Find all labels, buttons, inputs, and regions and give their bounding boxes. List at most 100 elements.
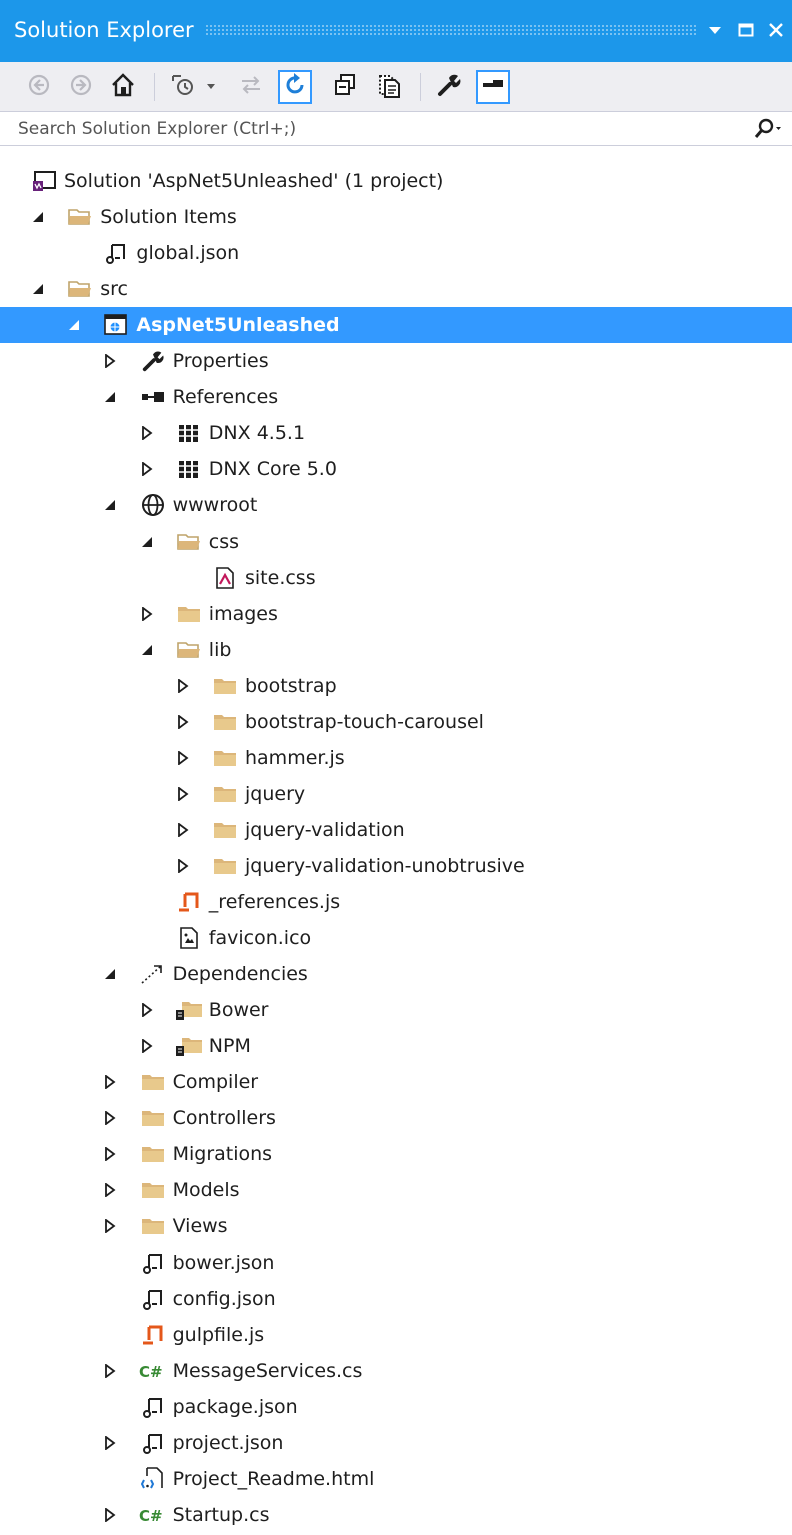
collapsed-arrow-icon[interactable] <box>137 992 157 1028</box>
folder-open-icon <box>173 637 205 663</box>
expanded-arrow-icon[interactable] <box>100 379 120 415</box>
tree-item[interactable]: Bower <box>0 992 792 1028</box>
library-icon <box>173 420 205 446</box>
tree-item[interactable]: global.json <box>0 235 792 271</box>
collapsed-arrow-icon[interactable] <box>173 848 193 884</box>
folder-open-icon <box>64 204 96 230</box>
search-icon[interactable] <box>752 117 782 141</box>
toolbar <box>0 62 792 112</box>
collapsed-arrow-icon[interactable] <box>137 451 157 487</box>
expanded-arrow-icon[interactable] <box>64 307 84 343</box>
back-button[interactable] <box>22 70 56 104</box>
collapsed-arrow-icon[interactable] <box>100 1425 120 1461</box>
tree-item[interactable]: Models <box>0 1172 792 1208</box>
collapsed-arrow-icon[interactable] <box>137 1028 157 1064</box>
expanded-arrow-icon[interactable] <box>28 271 48 307</box>
window-title: Solution Explorer <box>14 18 194 42</box>
tree-item[interactable]: bootstrap <box>0 668 792 704</box>
collapsed-arrow-icon[interactable] <box>137 415 157 451</box>
properties-button[interactable] <box>432 70 466 104</box>
tree-item[interactable]: Migrations <box>0 1136 792 1172</box>
tree-item-label: package.json <box>172 1395 298 1418</box>
refresh-button[interactable] <box>278 70 312 104</box>
forward-button[interactable] <box>64 70 98 104</box>
tree-item[interactable]: NPM <box>0 1028 792 1064</box>
tree-item[interactable]: lib <box>0 632 792 668</box>
collapsed-arrow-icon[interactable] <box>137 596 157 632</box>
collapsed-arrow-icon[interactable] <box>100 343 120 379</box>
tree-item[interactable]: hammer.js <box>0 740 792 776</box>
tree-item[interactable]: jquery <box>0 776 792 812</box>
maximize-icon[interactable] <box>733 14 759 46</box>
sync-active-document-button[interactable] <box>234 70 268 104</box>
dropdown-arrow-icon[interactable] <box>702 14 728 46</box>
tree-item[interactable]: Project_Readme.html <box>0 1461 792 1497</box>
tree-item[interactable]: Controllers <box>0 1100 792 1136</box>
expanded-arrow-icon[interactable] <box>28 199 48 235</box>
tree-item[interactable]: DNX Core 5.0 <box>0 451 792 487</box>
collapsed-arrow-icon[interactable] <box>173 812 193 848</box>
collapsed-arrow-icon[interactable] <box>173 668 193 704</box>
tree-item[interactable]: project.json <box>0 1425 792 1461</box>
tree-item[interactable]: bower.json <box>0 1245 792 1281</box>
tree-item[interactable]: css <box>0 524 792 560</box>
css-file-icon <box>209 565 241 591</box>
expanded-arrow-icon[interactable] <box>100 956 120 992</box>
tree-item[interactable]: Dependencies <box>0 956 792 992</box>
tree-item[interactable]: Views <box>0 1208 792 1244</box>
collapse-all-icon <box>332 72 358 102</box>
tree-item-label: favicon.ico <box>208 927 312 950</box>
tree-item[interactable]: References <box>0 379 792 415</box>
tree-item[interactable]: _references.js <box>0 884 792 920</box>
close-icon[interactable] <box>763 14 789 46</box>
collapsed-arrow-icon[interactable] <box>173 740 193 776</box>
tree-item[interactable]: images <box>0 596 792 632</box>
collapsed-arrow-icon[interactable] <box>100 1172 120 1208</box>
collapse-all-button[interactable] <box>328 70 362 104</box>
expanded-arrow-icon[interactable] <box>100 487 120 523</box>
show-all-files-button[interactable] <box>372 70 406 104</box>
wrench-icon <box>137 348 169 374</box>
tree-item-label: Controllers <box>172 1107 276 1130</box>
solution-tree: Solution 'AspNet5Unleashed' (1 project) S… <box>0 146 792 1535</box>
tree-item[interactable]: C# MessageServices.cs <box>0 1353 792 1389</box>
title-bar-grip[interactable] <box>205 24 696 36</box>
collapsed-arrow-icon[interactable] <box>100 1208 120 1244</box>
preview-icon <box>480 72 506 102</box>
tree-item[interactable]: favicon.ico <box>0 920 792 956</box>
search-input[interactable] <box>8 115 748 142</box>
tree-item[interactable]: AspNet5Unleashed <box>0 307 792 344</box>
tree-item[interactable]: jquery-validation-unobtrusive <box>0 848 792 884</box>
tree-item[interactable]: bootstrap-touch-carousel <box>0 704 792 740</box>
collapsed-arrow-icon[interactable] <box>100 1064 120 1100</box>
title-bar[interactable]: Solution Explorer <box>0 0 792 62</box>
expanded-arrow-icon[interactable] <box>137 524 157 560</box>
tree-item[interactable]: Solution 'AspNet5Unleashed' (1 project) <box>0 163 792 199</box>
collapsed-arrow-icon[interactable] <box>100 1353 120 1389</box>
collapsed-arrow-icon[interactable] <box>173 704 193 740</box>
home-button[interactable] <box>106 70 140 104</box>
tree-item[interactable]: package.json <box>0 1389 792 1425</box>
tree-item[interactable]: Solution Items <box>0 199 792 235</box>
tree-item[interactable]: Properties <box>0 343 792 379</box>
collapsed-arrow-icon[interactable] <box>100 1136 120 1172</box>
tree-item[interactable]: src <box>0 271 792 307</box>
tree-item[interactable]: site.css <box>0 560 792 596</box>
pending-changes-filter-button[interactable] <box>168 70 226 104</box>
collapsed-arrow-icon[interactable] <box>100 1100 120 1136</box>
tree-item[interactable]: config.json <box>0 1281 792 1317</box>
tree-item-label: project.json <box>172 1431 284 1454</box>
tree-item[interactable]: jquery-validation <box>0 812 792 848</box>
tree-item[interactable]: Compiler <box>0 1064 792 1100</box>
tree-item[interactable]: wwwroot <box>0 487 792 523</box>
expanded-arrow-icon[interactable] <box>137 632 157 668</box>
folder-icon <box>137 1177 169 1203</box>
tree-item[interactable]: gulpfile.js <box>0 1317 792 1353</box>
collapsed-arrow-icon[interactable] <box>100 1497 120 1533</box>
tree-item-label: jquery-validation <box>245 818 405 841</box>
preview-selected-items-button[interactable] <box>476 70 510 104</box>
collapsed-arrow-icon[interactable] <box>173 776 193 812</box>
tree-item-label: Solution Items <box>100 206 237 229</box>
tree-item[interactable]: DNX 4.5.1 <box>0 415 792 451</box>
tree-item[interactable]: C# Startup.cs <box>0 1497 792 1533</box>
